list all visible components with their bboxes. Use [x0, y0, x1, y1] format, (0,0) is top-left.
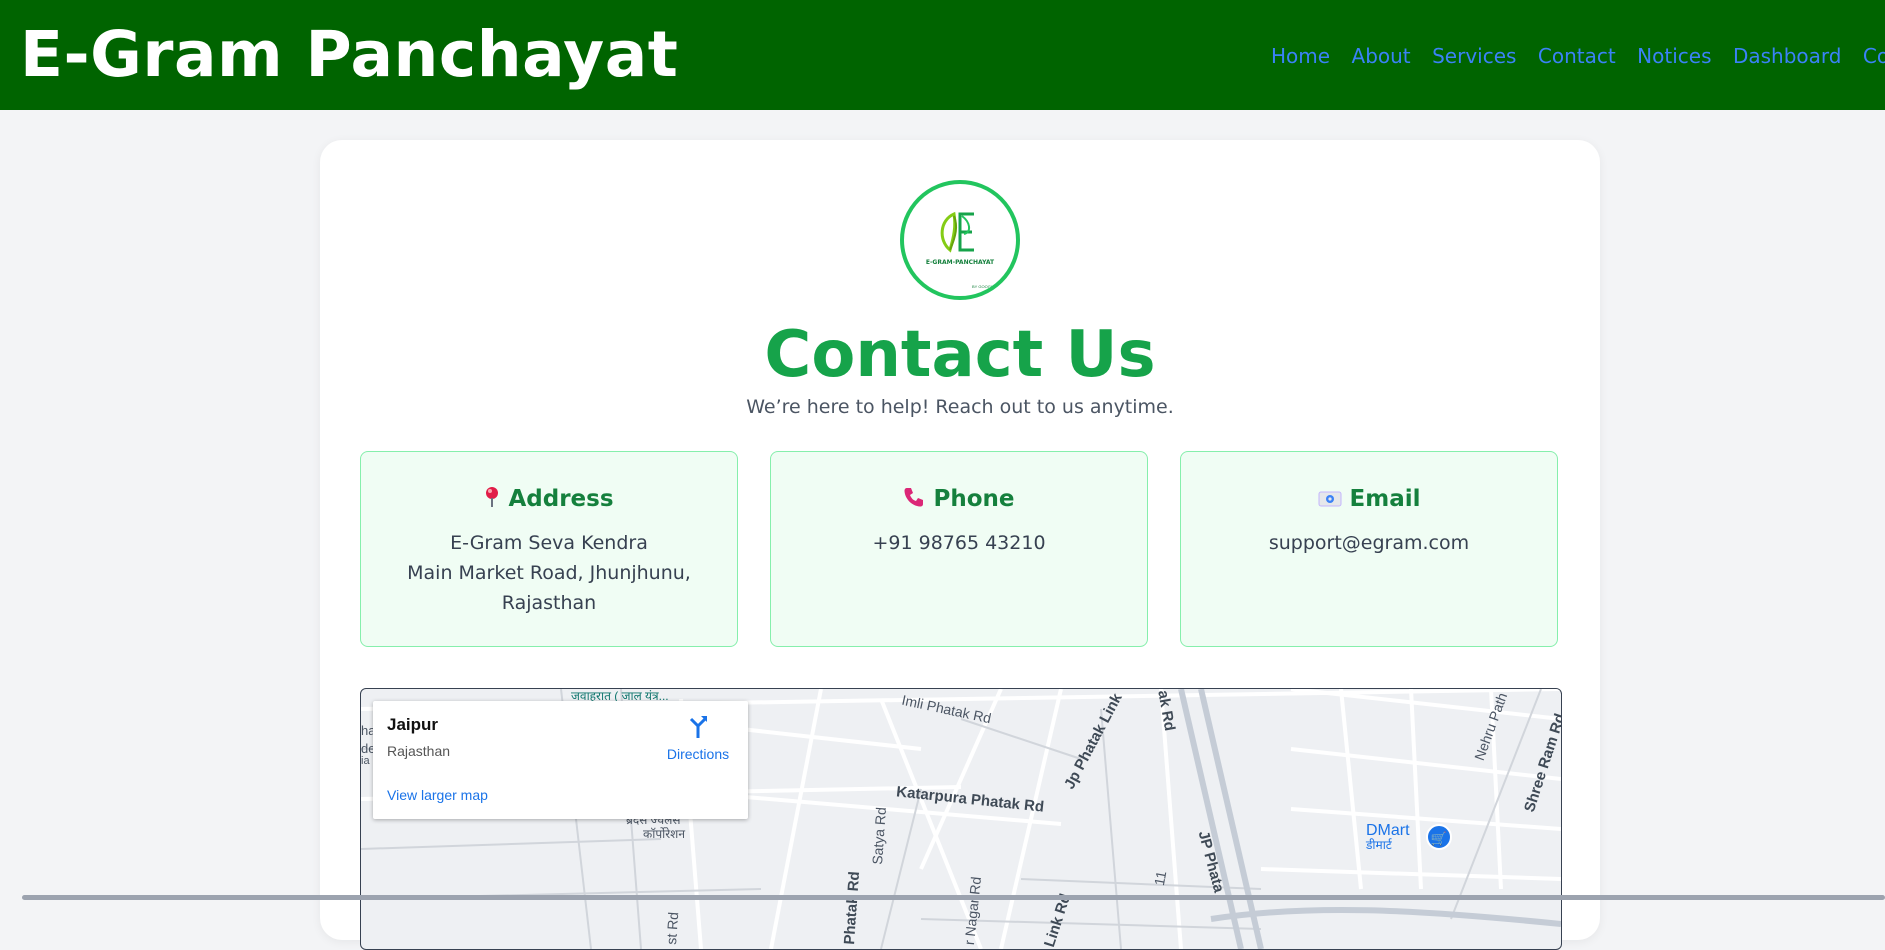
directions-icon	[689, 716, 707, 738]
address-line: Main Market Road, Jhunjhunu,	[407, 562, 691, 584]
dmart-label[interactable]: DMart डीमार्ट	[1366, 823, 1410, 853]
nav-complaints[interactable]: Complai	[1863, 44, 1885, 68]
pin-icon	[484, 486, 500, 514]
top-header: E-Gram Panchayat Home About Services Con…	[0, 0, 1885, 110]
email-title: Email	[1349, 486, 1421, 512]
map-state: Rajasthan	[387, 743, 451, 759]
map-label: ia	[361, 755, 370, 767]
shopping-cart-icon[interactable]: 🛒	[1426, 824, 1452, 850]
directions-label: Directions	[666, 746, 730, 762]
horizontal-scrollbar[interactable]	[22, 895, 1885, 900]
map-info-card: Jaipur Rajasthan View larger map Directi…	[373, 701, 748, 819]
nav-home[interactable]: Home	[1271, 44, 1330, 68]
leaf-logo-icon	[940, 211, 974, 253]
phone-box: Phone +91 98765 43210	[770, 451, 1148, 647]
map-city: Jaipur	[387, 715, 439, 734]
map-label: 11	[1151, 869, 1170, 887]
map-label: कॉर्पोरेशन	[643, 827, 685, 841]
phone-number[interactable]: +91 98765 43210	[771, 528, 1147, 558]
egram-logo: E-GRAM-PANCHAYAT BY GOOGLE	[900, 180, 1020, 300]
logo-subtext: BY GOOGLE	[972, 284, 996, 289]
address-line: E-Gram Seva Kendra	[450, 532, 648, 554]
nav-services[interactable]: Services	[1432, 44, 1516, 68]
contact-card: E-GRAM-PANCHAYAT BY GOOGLE Contact Us We…	[320, 140, 1600, 950]
address-line: Rajasthan	[501, 592, 597, 614]
nav-dashboard[interactable]: Dashboard	[1733, 44, 1842, 68]
logo-text: E-GRAM-PANCHAYAT	[925, 259, 995, 266]
address-title: Address	[508, 486, 614, 512]
page-subtitle: We’re here to help! Reach out to us anyt…	[746, 396, 1174, 418]
nav-contact[interactable]: Contact	[1538, 44, 1616, 68]
page-title: Contact Us	[764, 318, 1156, 392]
phone-icon	[903, 486, 925, 514]
email-address[interactable]: support@egram.com	[1181, 528, 1557, 558]
phone-title: Phone	[933, 486, 1015, 512]
nav-notices[interactable]: Notices	[1637, 44, 1711, 68]
embedded-map[interactable]: जवाहरात ( जाल यंत्र... ha de ia Imli Pha…	[360, 688, 1562, 950]
nav-about[interactable]: About	[1352, 44, 1411, 68]
main-nav: Home About Services Contact Notices Dash…	[1271, 44, 1885, 68]
directions-button[interactable]: Directions	[658, 713, 738, 762]
site-title[interactable]: E-Gram Panchayat	[20, 18, 678, 91]
email-box: Email support@egram.com	[1180, 451, 1558, 647]
email-icon	[1318, 488, 1342, 514]
address-box: Address E-Gram Seva Kendra Main Market R…	[360, 451, 738, 647]
map-label: st Rd	[663, 911, 682, 946]
view-larger-map-link[interactable]: View larger map	[387, 787, 488, 803]
